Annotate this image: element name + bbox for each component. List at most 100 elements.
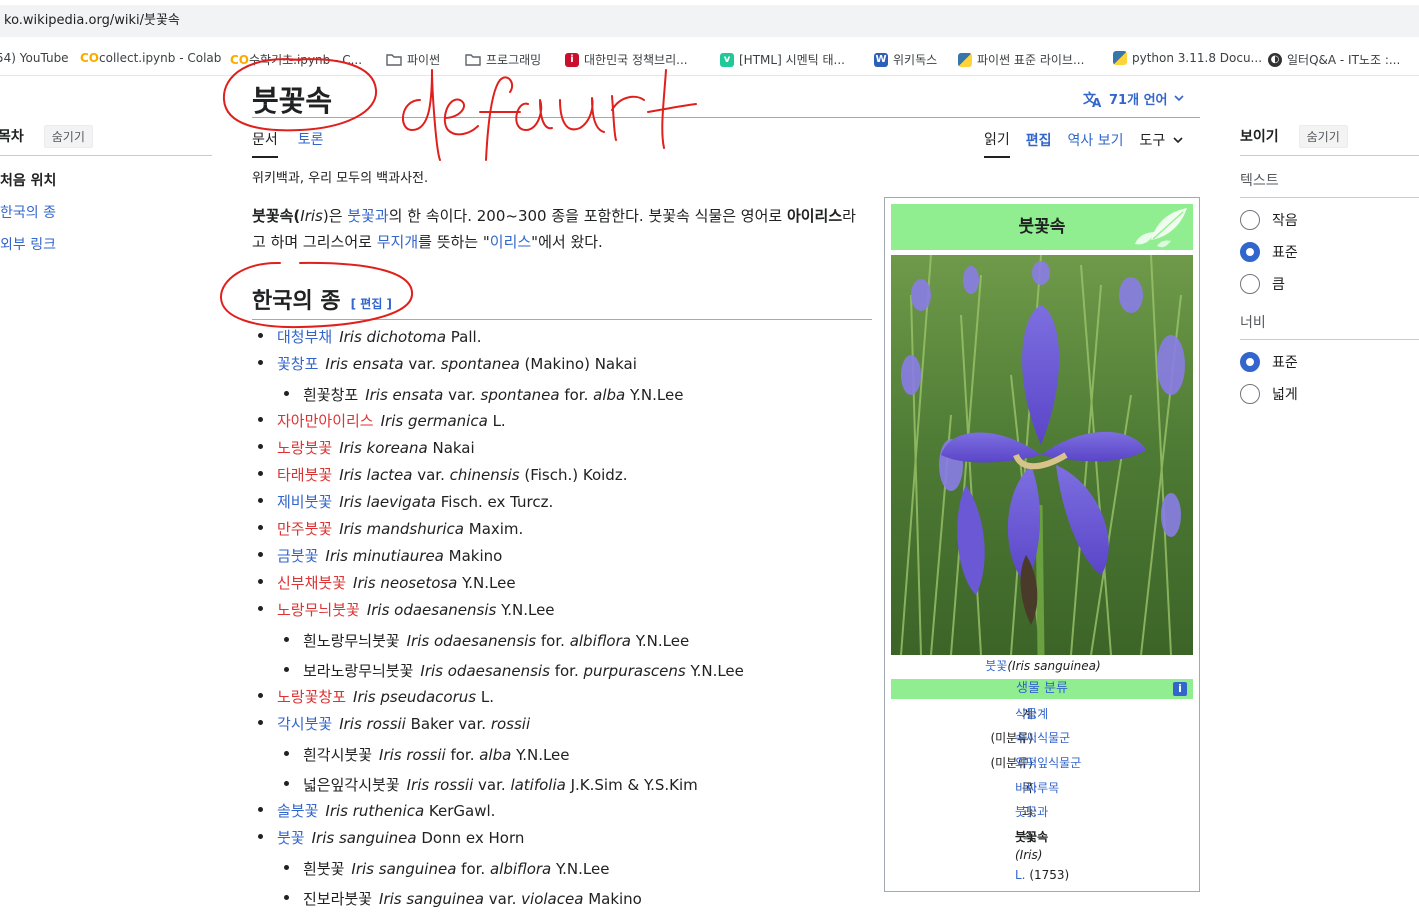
tab-article[interactable]: 문서 (252, 129, 278, 158)
radio-text-large[interactable]: 큼 (1240, 268, 1419, 300)
species-list: 대청부채 Iris dichotoma Pall. 꽃창포 Iris ensata v… (258, 326, 878, 914)
tab-talk[interactable]: 토론 (298, 129, 324, 158)
species-authority: L. (487, 412, 506, 430)
radio-text-small[interactable]: 작음 (1240, 204, 1419, 236)
species-authority: Donn ex Horn (416, 829, 525, 847)
radio-text-standard[interactable]: 표준 (1240, 236, 1419, 268)
bookmark-colab[interactable]: CO collect.ipynb - Colab (80, 51, 221, 65)
toc-divider (0, 155, 212, 156)
link-iridaceae[interactable]: 붓꽃과 (347, 207, 388, 225)
species-common-name[interactable]: 대청부채 (277, 326, 332, 347)
link-rainbow[interactable]: 무지개 (377, 233, 418, 251)
species-authority: Y.N.Lee (511, 746, 570, 764)
species-sci-name: albiflora (569, 632, 631, 650)
species-common-name[interactable]: 솔붓꽃 (277, 800, 318, 821)
species-common-name[interactable]: 꽃창포 (277, 353, 318, 374)
species-item: 꽃창포 Iris ensata var. spontanea (Makino) N… (258, 353, 878, 380)
section-edit-link[interactable]: [ 편집 ] (351, 297, 392, 311)
rank-value-link[interactable]: 속씨식물군 (1015, 729, 1070, 746)
species-common-name[interactable]: 자아만아이리스 (277, 410, 374, 431)
toc-title: 목차 (0, 129, 24, 145)
section-heading-text: 한국의 종 (252, 288, 341, 314)
bookmark-folder-python[interactable]: 파이썬 (386, 51, 440, 68)
python-icon (958, 52, 972, 67)
info-icon[interactable]: i (1173, 682, 1187, 696)
toc-item-top[interactable]: 처음 위치 (0, 170, 212, 190)
classification-header[interactable]: 생물 분류 i (891, 679, 1193, 699)
species-sci-name: alba (479, 746, 512, 764)
species-authority: Nakai (427, 439, 475, 457)
species-common-name[interactable]: 제비붓꽃 (277, 491, 332, 512)
iris-flower-image (891, 255, 1193, 655)
tab-history[interactable]: 역사 보기 (1068, 130, 1124, 157)
species-item: 흰노랑무늬붓꽃 Iris odaesanensis for. albiflora … (258, 626, 878, 656)
radio-button[interactable] (1240, 384, 1260, 404)
text-size-label: 텍스트 (1240, 173, 1279, 189)
radio-label: 넓게 (1272, 387, 1298, 403)
species-common-name[interactable]: 금붓꽃 (277, 545, 318, 566)
species-sci-name: Iris odaesanensis (366, 601, 497, 619)
toc-hide-button[interactable]: 숨기기 (43, 124, 93, 148)
tools-menu[interactable]: 도구 (1140, 130, 1184, 157)
bookmark-colab-math[interactable]: CO 수학기초.ipynb - C... (230, 51, 362, 68)
bookmark-korea-policy[interactable]: i 대한민국 정책브리... (565, 51, 688, 68)
species-authority: var. (473, 776, 511, 794)
species-sci-name: Iris odaesanensis (406, 632, 537, 650)
radio-width-wide[interactable]: 넓게 (1240, 378, 1419, 410)
iris-photo[interactable] (891, 255, 1193, 655)
species-authority: for. (559, 386, 594, 404)
tab-read[interactable]: 읽기 (984, 129, 1010, 158)
namespace-tabs: 문서 토론 (252, 129, 324, 158)
bookmark-label: 대한민국 정책브리... (584, 53, 688, 67)
radio-button-selected[interactable] (1240, 352, 1260, 372)
species-common-name[interactable]: 붓꽃 (277, 827, 305, 848)
radio-button[interactable] (1240, 210, 1260, 230)
radio-label: 작음 (1272, 213, 1298, 229)
bookmark-python-stdlib[interactable]: 파이썬 표준 라이브... (958, 51, 1084, 68)
radio-width-standard[interactable]: 표준 (1240, 346, 1419, 378)
species-sci-name: rossii (490, 715, 531, 733)
link-iris-goddess[interactable]: 이리스 (490, 233, 531, 251)
bullet (258, 720, 263, 725)
species-common-name[interactable]: 신부채붓꽃 (277, 572, 346, 593)
species-common-name[interactable]: 각시붓꽃 (277, 713, 332, 734)
bullet (258, 552, 263, 557)
species-common-name[interactable]: 노랑꽃창포 (277, 686, 346, 707)
rank-value-link[interactable]: 비짜루목 (1015, 779, 1059, 796)
species-sci-name: Iris odaesanensis (420, 662, 550, 680)
bookmark-python-docs[interactable]: python 3.11.8 Docu... (1113, 51, 1262, 65)
species-sci-name: Iris rossii (339, 715, 406, 733)
korea-gov-icon: i (565, 52, 579, 67)
appearance-hide-button[interactable]: 숨기기 (1298, 124, 1348, 148)
rank-value-link[interactable]: 식물계 (1015, 705, 1048, 722)
bookmark-html-semantic[interactable]: v [HTML] 시멘틱 태... (720, 51, 845, 68)
radio-button-selected[interactable] (1240, 242, 1260, 262)
rank-value-link[interactable]: 붓꽃과 (1015, 803, 1048, 820)
species-item: 대청부채 Iris dichotoma Pall. (258, 326, 878, 353)
author-link[interactable]: L. (1015, 868, 1026, 882)
url-field[interactable]: ko.wikipedia.org/wiki/붓꽃속 (0, 5, 1419, 37)
radio-button[interactable] (1240, 274, 1260, 294)
intro-sci-name: Iris (300, 207, 323, 225)
bookmark-folder-programming[interactable]: 프로그래밍 (465, 51, 541, 68)
toc-item-external-links[interactable]: 외부 링크 (0, 234, 212, 254)
bookmark-wikidocs[interactable]: W 위키독스 (874, 51, 937, 68)
bookmark-it-union[interactable]: ◐ 일터Q&A - IT노조 :... (1268, 51, 1400, 68)
species-authority: for. (456, 860, 490, 878)
species-authority: Makino (583, 890, 642, 908)
caption-link[interactable]: 붓꽃 (985, 659, 1007, 673)
bookmark-youtube[interactable]: 54) YouTube (0, 51, 69, 65)
rank-value-link[interactable]: 외떡잎식물군 (1015, 754, 1081, 771)
species-common-name: 흰붓꽃 (303, 860, 345, 878)
species-common-name[interactable]: 만주붓꽃 (277, 518, 332, 539)
bullet (284, 637, 289, 642)
bullet (258, 471, 263, 476)
toc-item-korean-species[interactable]: 한국의 종 (0, 202, 212, 222)
tab-edit[interactable]: 편집 (1026, 130, 1052, 157)
language-button[interactable]: 文A 71개 언어 (1083, 89, 1184, 108)
species-common-name[interactable]: 노랑붓꽃 (277, 437, 332, 458)
species-common-name[interactable]: 타래붓꽃 (277, 464, 332, 485)
species-authority: for. (549, 662, 584, 680)
species-common-name[interactable]: 노랑무늬붓꽃 (277, 599, 360, 620)
species-authority: var. (443, 386, 481, 404)
